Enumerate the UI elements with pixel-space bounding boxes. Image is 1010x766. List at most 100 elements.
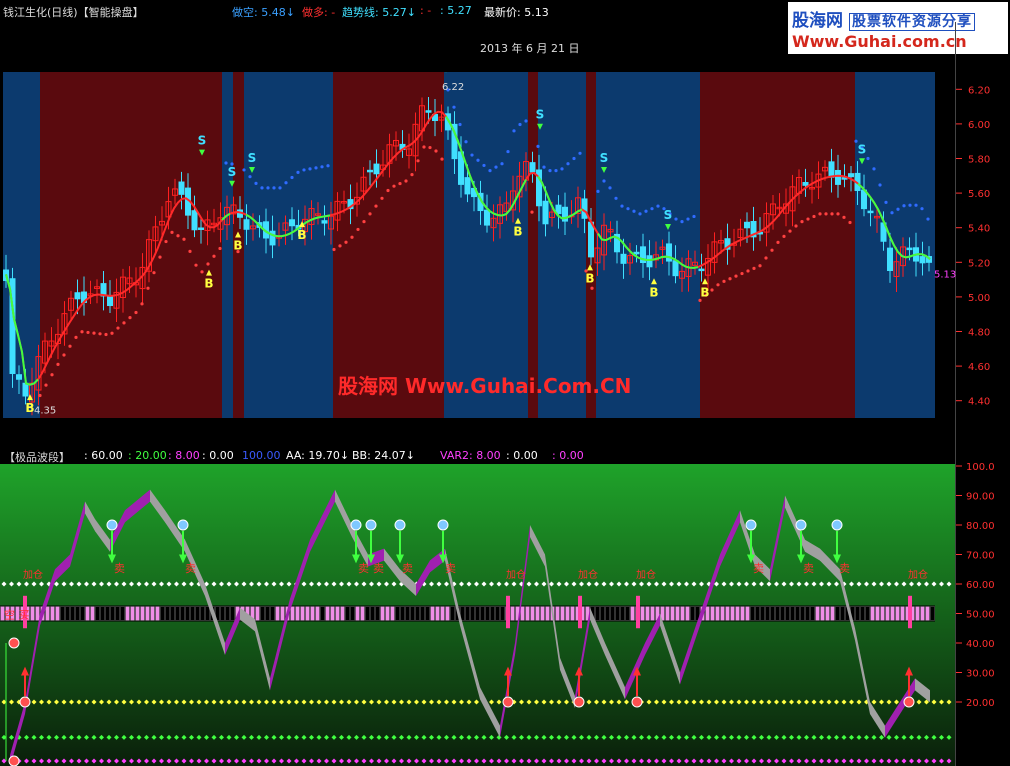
add-position-label: 加仓 bbox=[23, 568, 43, 581]
price-tick-label: 5.00 bbox=[968, 293, 990, 304]
resistance-dot bbox=[308, 167, 312, 171]
strip-cell bbox=[190, 606, 195, 621]
support-dot bbox=[350, 235, 354, 239]
price-tick-label: 4.40 bbox=[968, 397, 990, 408]
strip-cell bbox=[610, 606, 615, 621]
price-tick-label: 6.20 bbox=[968, 85, 990, 96]
candle bbox=[16, 374, 22, 380]
logo-url: Www.Guhai.com.cn bbox=[792, 32, 967, 51]
resistance-dot bbox=[536, 144, 540, 148]
support-dot bbox=[848, 220, 852, 225]
strip-cell bbox=[280, 606, 285, 621]
strip-cell bbox=[770, 606, 775, 621]
indicator-tick-label: 20.00 bbox=[966, 698, 995, 709]
support-dot bbox=[800, 220, 804, 224]
candle bbox=[848, 173, 854, 178]
candle bbox=[646, 255, 653, 268]
strip-cell bbox=[65, 606, 70, 621]
strip-cell bbox=[115, 606, 120, 621]
strip-cell bbox=[825, 606, 830, 621]
strip-cell bbox=[435, 606, 440, 621]
support-dot bbox=[110, 331, 114, 335]
strip-cell bbox=[900, 606, 905, 621]
strip-cell bbox=[475, 606, 480, 621]
strip-cell bbox=[485, 606, 490, 621]
sell-signal: S bbox=[664, 208, 673, 222]
strip-cell bbox=[800, 606, 805, 621]
strip-cell bbox=[625, 606, 630, 621]
support-dot bbox=[434, 149, 438, 153]
support-dot bbox=[182, 237, 186, 241]
start-ball bbox=[8, 755, 20, 766]
strip-cell bbox=[275, 606, 280, 621]
resistance-dot bbox=[596, 189, 600, 193]
strip-cell bbox=[855, 606, 860, 621]
support-dot bbox=[134, 310, 138, 315]
support-dot bbox=[440, 157, 444, 161]
stock-title[interactable]: 钱江生化(日线)【智能操盘】 bbox=[3, 4, 144, 20]
strip-cell bbox=[55, 606, 60, 621]
indicator-tick-label: 60.00 bbox=[966, 580, 995, 591]
candle bbox=[191, 210, 198, 231]
strip-cell bbox=[520, 606, 525, 621]
strip-cell bbox=[255, 606, 260, 621]
strip-cell bbox=[335, 606, 340, 621]
resistance-dot bbox=[656, 204, 660, 208]
strip-cell bbox=[140, 606, 145, 621]
add-position-label: 加仓 bbox=[506, 568, 526, 581]
trend-band bbox=[528, 72, 538, 418]
buy-signal: B bbox=[513, 225, 522, 239]
strip-cell bbox=[510, 606, 515, 621]
candle bbox=[74, 292, 81, 300]
strip-cell bbox=[740, 606, 745, 621]
resistance-dot bbox=[674, 217, 678, 221]
add-bar bbox=[506, 595, 510, 629]
support-dot bbox=[392, 184, 396, 188]
add-position-label: 加仓 bbox=[578, 568, 598, 581]
strip-cell bbox=[125, 606, 130, 621]
support-dot bbox=[734, 274, 738, 278]
candle bbox=[581, 198, 588, 219]
support-dot bbox=[212, 254, 216, 258]
support-dot bbox=[80, 330, 84, 334]
indicator-chart[interactable]: 卖卖卖卖卖卖卖卖卖加仓 加仓 加仓 加仓 加仓空 买 100.090.0080.0070… bbox=[0, 446, 1010, 766]
indicator-tick-label: 40.00 bbox=[966, 639, 995, 650]
support-dot bbox=[788, 229, 792, 233]
strip-cell bbox=[85, 606, 90, 621]
buy-ball bbox=[903, 696, 915, 708]
strip-cell bbox=[375, 606, 380, 621]
strip-cell bbox=[355, 606, 360, 621]
add-bar bbox=[636, 595, 640, 629]
strip-cell bbox=[365, 606, 370, 621]
strip-cell bbox=[915, 606, 920, 621]
support-dot bbox=[56, 362, 60, 366]
buy-ball bbox=[502, 696, 514, 708]
trend-band bbox=[538, 72, 586, 418]
resistance-dot bbox=[926, 217, 930, 221]
support-dot bbox=[140, 302, 144, 306]
strip-cell bbox=[310, 606, 315, 621]
strip-cell bbox=[380, 606, 385, 621]
support-dot bbox=[44, 383, 48, 387]
strip-cell bbox=[495, 606, 500, 621]
support-dot bbox=[770, 248, 774, 252]
strip-cell bbox=[710, 606, 715, 621]
price-tick-label: 5.40 bbox=[968, 224, 990, 235]
strip-cell bbox=[600, 606, 605, 621]
strip-cell bbox=[60, 606, 65, 621]
support-dot bbox=[50, 373, 54, 377]
strip-cell bbox=[605, 606, 610, 621]
resistance-dot bbox=[302, 168, 306, 172]
resistance-dot bbox=[464, 140, 468, 144]
candle bbox=[835, 169, 841, 185]
buy-signal: B bbox=[204, 277, 213, 291]
support-dot bbox=[380, 196, 384, 200]
strip-cell bbox=[415, 606, 420, 621]
support-dot bbox=[68, 344, 72, 348]
strip-cell bbox=[665, 606, 670, 621]
support-dot bbox=[746, 269, 750, 273]
strip-cell bbox=[690, 606, 695, 621]
strip-cell bbox=[620, 606, 625, 621]
strip-cell bbox=[370, 606, 375, 621]
resistance-dot bbox=[494, 165, 498, 169]
